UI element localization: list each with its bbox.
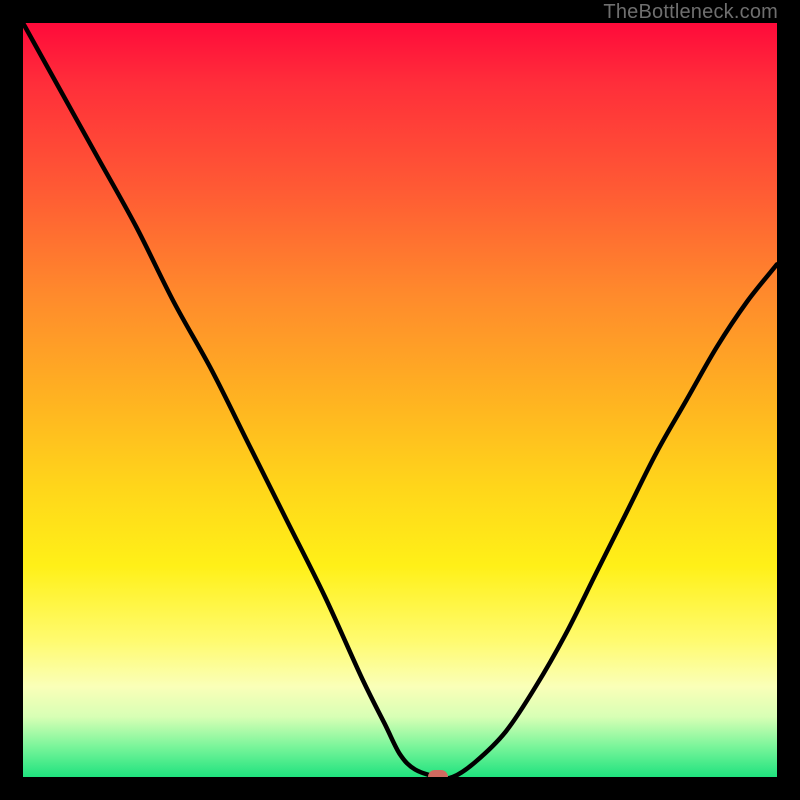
plot-area xyxy=(23,23,777,777)
chart-frame: TheBottleneck.com xyxy=(0,0,800,800)
trough-marker xyxy=(428,770,448,777)
bottleneck-curve xyxy=(23,23,777,777)
watermark-text: TheBottleneck.com xyxy=(603,1,778,24)
